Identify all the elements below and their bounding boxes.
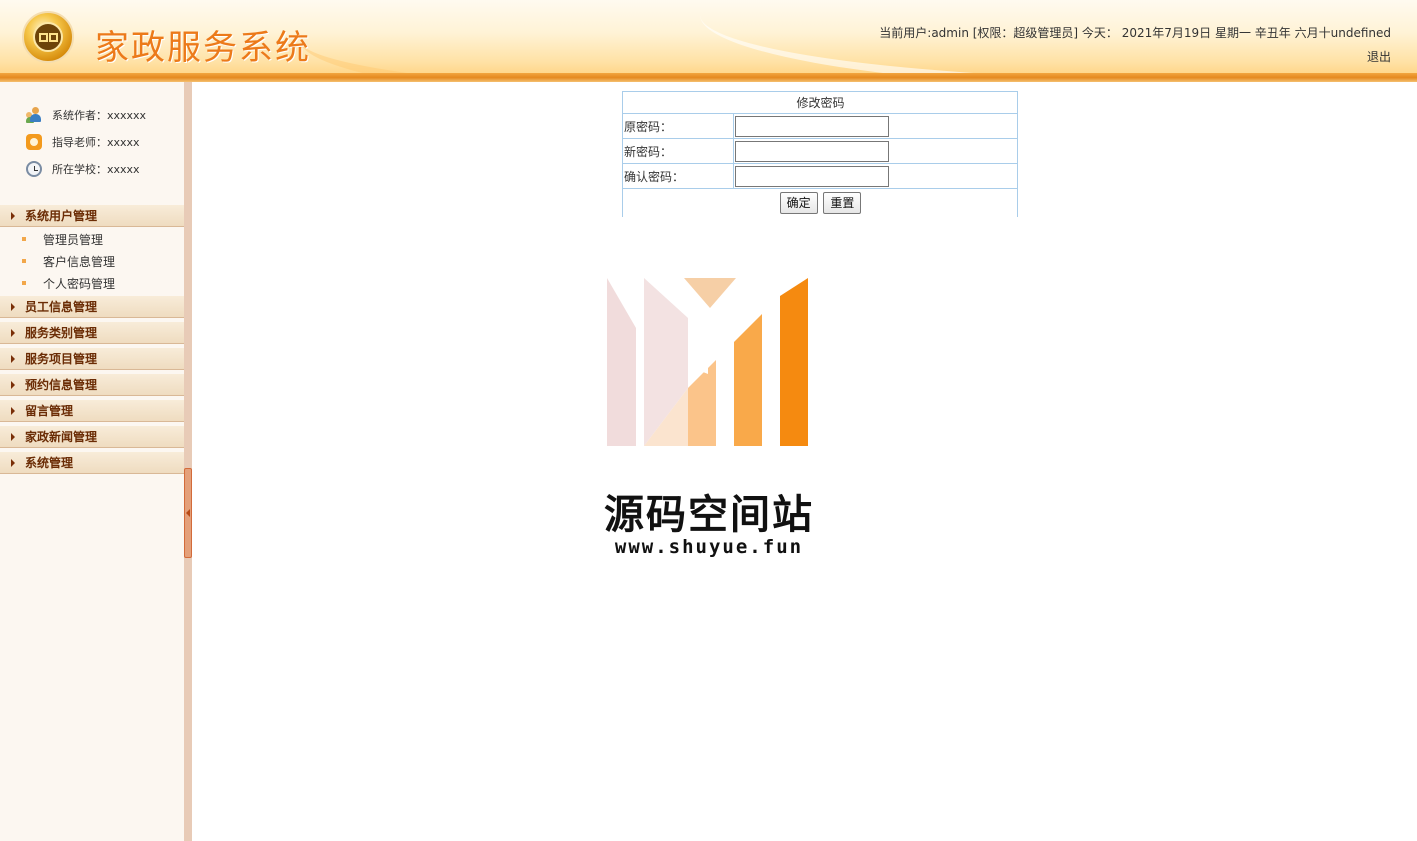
- bullet-icon: [22, 237, 26, 241]
- sidebar-info-label: 所在学校：xxxxx: [52, 163, 140, 176]
- caret-right-icon: [11, 459, 15, 467]
- sidebar-info-label: 系统作者：xxxxxx: [52, 109, 147, 122]
- form-title: 修改密码: [622, 91, 1018, 114]
- old-password-label: 原密码：: [622, 113, 734, 139]
- current-user-info: 当前用户:admin [权限：超级管理员] 今天： 2021年7月19日 星期一…: [879, 26, 1391, 40]
- menu-group-label: 系统用户管理: [25, 209, 98, 223]
- menu-group-system[interactable]: 系统管理: [0, 452, 184, 474]
- change-password-form: 修改密码 原密码： 新密码： 确认密码： 确定 重置: [622, 91, 1018, 217]
- watermark-url: www.shuyue.fun: [614, 536, 804, 558]
- sidebar-item-label: 管理员管理: [43, 232, 104, 247]
- menu-group-label: 服务项目管理: [25, 352, 98, 366]
- bullet-icon: [22, 281, 26, 285]
- menu-group-label: 留言管理: [25, 404, 74, 418]
- menu-group-label: 系统管理: [25, 456, 74, 470]
- sidebar-item-label: 客户信息管理: [43, 254, 116, 269]
- submit-button[interactable]: 确定: [779, 191, 818, 214]
- sidebar-splitter[interactable]: [184, 82, 192, 841]
- caret-right-icon: [11, 329, 15, 337]
- bullet-icon: [22, 259, 26, 263]
- menu-group-system-users[interactable]: 系统用户管理: [0, 205, 184, 227]
- sidebar-collapse-handle[interactable]: [184, 468, 192, 558]
- menu-group-label: 服务类别管理: [25, 326, 98, 340]
- caret-right-icon: [11, 355, 15, 363]
- sidebar-item-admin[interactable]: 管理员管理: [22, 229, 103, 249]
- users-icon: [26, 107, 42, 123]
- header-divider: [0, 73, 1417, 82]
- app-title: 家政服务系统: [95, 28, 311, 68]
- form-actions: 确定 重置: [622, 188, 1018, 217]
- new-password-field[interactable]: [735, 140, 889, 162]
- sidebar-item-label: 个人密码管理: [43, 276, 116, 291]
- sidebar-item-customers[interactable]: 客户信息管理: [22, 251, 115, 271]
- menu-group-appointments[interactable]: 预约信息管理: [0, 374, 184, 396]
- top-header: 家政服务系统 当前用户:admin [权限：超级管理员] 今天： 2021年7月…: [0, 0, 1417, 82]
- logout-link[interactable]: 退出: [1367, 48, 1391, 65]
- confirm-password-field[interactable]: [735, 165, 889, 187]
- caret-right-icon: [11, 433, 15, 441]
- menu-group-service-categories[interactable]: 服务类别管理: [0, 322, 184, 344]
- watermark-logo-icon: [607, 278, 808, 446]
- caret-right-icon: [11, 303, 15, 311]
- sidebar-info-teacher: 指导老师：xxxxx: [26, 134, 140, 150]
- caret-right-icon: [11, 407, 15, 415]
- sidebar-item-password[interactable]: 个人密码管理: [22, 273, 115, 293]
- clock-icon: [26, 161, 42, 177]
- watermark-name: 源码空间站: [604, 492, 814, 538]
- caret-right-icon: [11, 212, 15, 220]
- confirm-password-label: 确认密码：: [622, 163, 734, 189]
- menu-group-label: 家政新闻管理: [25, 430, 98, 444]
- new-password-label: 新密码：: [622, 138, 734, 164]
- phone-icon: [26, 134, 42, 150]
- old-password-field[interactable]: [735, 115, 889, 137]
- menu-group-service-items[interactable]: 服务项目管理: [0, 348, 184, 370]
- collapse-arrow-icon: [186, 509, 190, 517]
- form-table: 修改密码 原密码： 新密码： 确认密码： 确定 重置: [622, 91, 1018, 217]
- caret-right-icon: [11, 381, 15, 389]
- watermark: 源码空间站 www.shuyue.fun: [596, 278, 826, 563]
- menu-group-news[interactable]: 家政新闻管理: [0, 426, 184, 448]
- sidebar-info-author: 系统作者：xxxxxx: [26, 107, 146, 123]
- menu-group-label: 员工信息管理: [25, 300, 98, 314]
- app-logo-icon: [22, 11, 74, 63]
- menu-group-label: 预约信息管理: [25, 378, 98, 392]
- sidebar-info-label: 指导老师：xxxxx: [52, 136, 140, 149]
- reset-button[interactable]: 重置: [823, 191, 862, 214]
- menu-group-messages[interactable]: 留言管理: [0, 400, 184, 422]
- sidebar-info-school: 所在学校：xxxxx: [26, 161, 140, 177]
- menu-group-employees[interactable]: 员工信息管理: [0, 296, 184, 318]
- sidebar: 系统作者：xxxxxx 指导老师：xxxxx 所在学校：xxxxx 系统用户管理…: [0, 82, 184, 841]
